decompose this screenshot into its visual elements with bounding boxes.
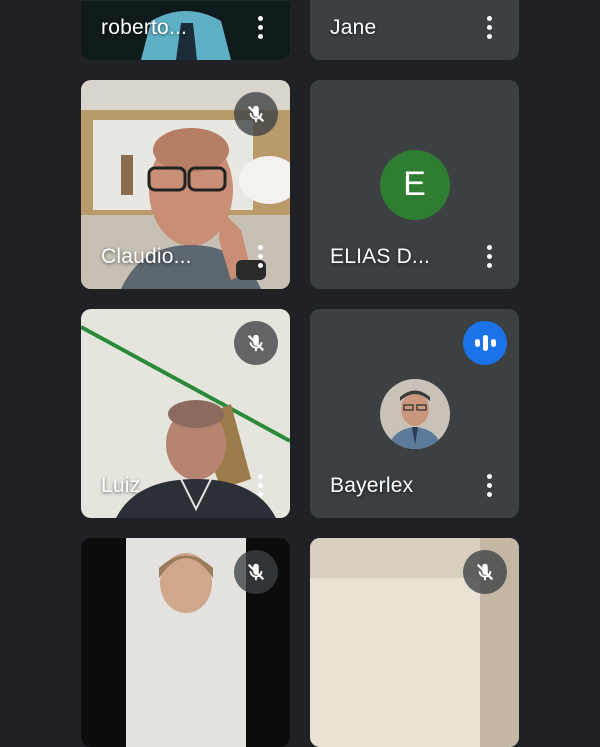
more-options-icon[interactable] [477, 241, 501, 271]
more-options-icon[interactable] [477, 470, 501, 500]
mic-off-icon [234, 321, 278, 365]
more-options-icon[interactable] [248, 470, 272, 500]
more-options-icon[interactable] [248, 241, 272, 271]
participant-name: ELIAS D... [330, 245, 431, 268]
participant-tile-8[interactable] [310, 538, 519, 747]
mic-off-icon [234, 92, 278, 136]
participant-tile-claudio[interactable]: Claudio... [81, 80, 290, 289]
participant-tile-jane[interactable]: Jane [310, 0, 519, 60]
participant-tile-bayerlex[interactable]: Bayerlex [310, 309, 519, 518]
mic-off-icon [463, 550, 507, 594]
participant-name: Jane [330, 16, 377, 39]
participant-name: Luiz [101, 474, 141, 497]
more-options-icon[interactable] [248, 12, 272, 42]
participant-tile-7[interactable] [81, 538, 290, 747]
audio-wave-icon [463, 321, 507, 365]
participant-name: roberto... [101, 16, 188, 39]
participant-name: Claudio... [101, 245, 192, 268]
participant-tile-roberto[interactable]: roberto... [81, 0, 290, 60]
participant-name: Bayerlex [330, 474, 414, 497]
avatar [379, 378, 450, 449]
participant-tile-luiz[interactable]: Luiz [81, 309, 290, 518]
mic-off-icon [234, 550, 278, 594]
avatar: E [379, 149, 450, 220]
more-options-icon[interactable] [477, 12, 501, 42]
participant-tile-elias[interactable]: E ELIAS D... [310, 80, 519, 289]
